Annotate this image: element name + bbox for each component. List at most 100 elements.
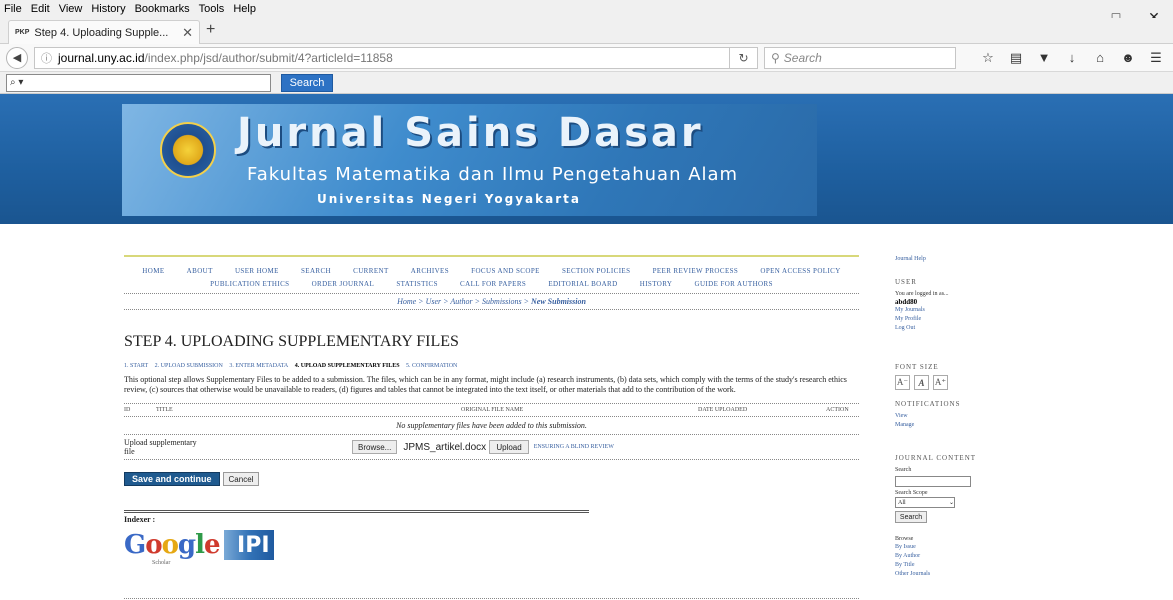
bookmark-star-icon[interactable]: ☆ (977, 50, 999, 66)
banner-faculty: Fakultas Matematika dan Ilmu Pengetahuan… (247, 164, 739, 185)
crumb-author[interactable]: Author (450, 297, 472, 306)
main-content: Home About User Home Search Current Arch… (124, 255, 859, 566)
back-arrow-icon[interactable]: ◀ (6, 46, 28, 69)
selected-file-name: JPMS_artikel.docx (403, 441, 487, 453)
font-default-icon[interactable]: A (914, 375, 929, 390)
blind-review-link[interactable]: Ensuring a Blind Review (534, 444, 614, 450)
nav-about[interactable]: About (187, 267, 213, 275)
nav-call-for-papers[interactable]: Call for Papers (460, 280, 526, 288)
notif-manage-link[interactable]: Manage (895, 421, 995, 430)
browse-label: Browse (895, 536, 914, 542)
toolbar-search-button[interactable]: Search (281, 73, 333, 92)
journal-nav: Home About User Home Search Current Arch… (124, 257, 859, 293)
browser-search-input[interactable]: ⚲ Search (764, 46, 956, 69)
crumb-home[interactable]: Home (397, 297, 416, 306)
ipi-logo[interactable]: IPI (223, 530, 274, 560)
cancel-button[interactable]: Cancel (222, 472, 260, 486)
files-table-header: ID Title Original file name Date uploade… (124, 404, 859, 416)
nav-archives[interactable]: Archives (411, 267, 449, 275)
menu-file[interactable]: File (4, 3, 22, 15)
url-bar[interactable]: ⓘ journal.uny.ac.id /index.php/jsd/autho… (34, 46, 730, 69)
log-out-link[interactable]: Log Out (895, 324, 995, 333)
nav-order-journal[interactable]: Order Journal (312, 280, 375, 288)
step-description: This optional step allows Supplementary … (124, 375, 847, 394)
other-journals-link[interactable]: Other Journals (895, 570, 995, 579)
font-size-title: Font Size (895, 363, 939, 371)
col-title: Title (156, 407, 173, 413)
browse-by-title-link[interactable]: By Title (895, 561, 995, 570)
sidebar-search-input[interactable] (895, 476, 971, 487)
home-icon[interactable]: ⌂ (1089, 50, 1111, 66)
my-profile-link[interactable]: My Profile (895, 315, 995, 324)
crumb-submissions[interactable]: Submissions (482, 297, 522, 306)
step-enter-metadata[interactable]: 3. ENTER METADATA (229, 363, 288, 369)
tab-current[interactable]: PKP Step 4. Uploading Supple... ✕ (8, 20, 200, 44)
crumb-new-submission[interactable]: New Submission (531, 297, 586, 306)
font-small-icon[interactable]: A⁻ (895, 375, 910, 390)
nav-publication-ethics[interactable]: Publication Ethics (210, 280, 289, 288)
new-tab-icon[interactable]: + (206, 21, 215, 39)
toolbar-search-input[interactable]: ⌕ ▾ (6, 73, 271, 92)
nav-history[interactable]: History (640, 280, 673, 288)
hamburger-menu-icon[interactable]: ☰ (1145, 50, 1167, 66)
banner-university: Universitas Negeri Yogyakarta (317, 192, 581, 206)
menu-bookmarks[interactable]: Bookmarks (135, 3, 190, 15)
sidebar-search-label: Search (895, 467, 912, 473)
download-icon[interactable]: ↓ (1061, 50, 1083, 66)
step-start[interactable]: 1. START (124, 363, 148, 369)
nav-current[interactable]: Current (353, 267, 388, 275)
step-upload-submission[interactable]: 2. UPLOAD SUBMISSION (155, 363, 223, 369)
indexer-label: Indexer : (124, 515, 156, 524)
browse-by-author-link[interactable]: By Author (895, 552, 995, 561)
account-icon[interactable]: ☻ (1117, 50, 1139, 66)
menu-history[interactable]: History (91, 3, 125, 15)
my-journals-link[interactable]: My Journals (895, 306, 995, 315)
save-continue-button[interactable]: Save and continue (124, 472, 220, 486)
nav-section-policies[interactable]: Section Policies (562, 267, 630, 275)
nav-home[interactable]: Home (142, 267, 164, 275)
nav-focus-scope[interactable]: Focus and Scope (471, 267, 540, 275)
upload-row: Upload supplementary file Browse... JPMS… (124, 435, 859, 459)
sidebar-search-button[interactable]: Search (895, 511, 927, 523)
chevron-down-icon: ⌄ (948, 500, 954, 506)
pocket-icon[interactable]: ▼ (1033, 50, 1055, 66)
nav-open-access[interactable]: Open Access Policy (760, 267, 840, 275)
upload-button[interactable]: Upload (489, 440, 529, 454)
nav-search[interactable]: Search (301, 267, 331, 275)
search-toolbar: ⌕ ▾ Search (0, 72, 1173, 94)
reading-list-icon[interactable]: ▤ (1005, 50, 1027, 66)
reload-icon[interactable]: ↻ (730, 46, 758, 69)
url-host: journal.uny.ac.id (58, 50, 145, 65)
journal-help-link[interactable]: Journal Help (895, 255, 995, 264)
search-scope-select[interactable]: All ⌄ (895, 497, 955, 508)
search-icon: ⚲ (771, 50, 780, 65)
browse-by-issue-link[interactable]: By Issue (895, 543, 995, 552)
nav-guide-authors[interactable]: Guide for Authors (695, 280, 773, 288)
crumb-user[interactable]: User (426, 297, 442, 306)
tab-close-icon[interactable]: ✕ (182, 25, 193, 41)
nav-statistics[interactable]: Statistics (396, 280, 438, 288)
col-action: Action (826, 407, 849, 413)
tab-bar: PKP Step 4. Uploading Supple... ✕ + (0, 18, 1173, 44)
files-table-empty: No supplementary files have been added t… (396, 421, 587, 430)
pkp-favicon-icon: PKP (15, 29, 30, 36)
nav-peer-review[interactable]: Peer Review Process (653, 267, 739, 275)
banner-title: Jurnal Sains Dasar (237, 110, 704, 156)
menu-tools[interactable]: Tools (199, 3, 225, 15)
nav-user-home[interactable]: User Home (235, 267, 279, 275)
col-id: ID (124, 407, 131, 413)
menu-edit[interactable]: Edit (31, 3, 50, 15)
notif-view-link[interactable]: View (895, 412, 995, 421)
info-icon[interactable]: ⓘ (41, 50, 52, 66)
font-large-icon[interactable]: A⁺ (933, 375, 948, 390)
col-original-file-name: Original file name (461, 407, 524, 413)
menu-help[interactable]: Help (233, 3, 256, 15)
nav-editorial-board[interactable]: Editorial Board (548, 280, 617, 288)
col-date-uploaded: Date uploaded (698, 407, 748, 413)
indexer-logos: Google Scholar IPI (124, 530, 859, 566)
google-scholar-logo[interactable]: Google (124, 530, 221, 560)
browse-button[interactable]: Browse... (352, 440, 398, 454)
scope-value: All (898, 499, 906, 506)
menu-view[interactable]: View (59, 3, 83, 15)
form-buttons: Save and continue Cancel (124, 472, 859, 486)
